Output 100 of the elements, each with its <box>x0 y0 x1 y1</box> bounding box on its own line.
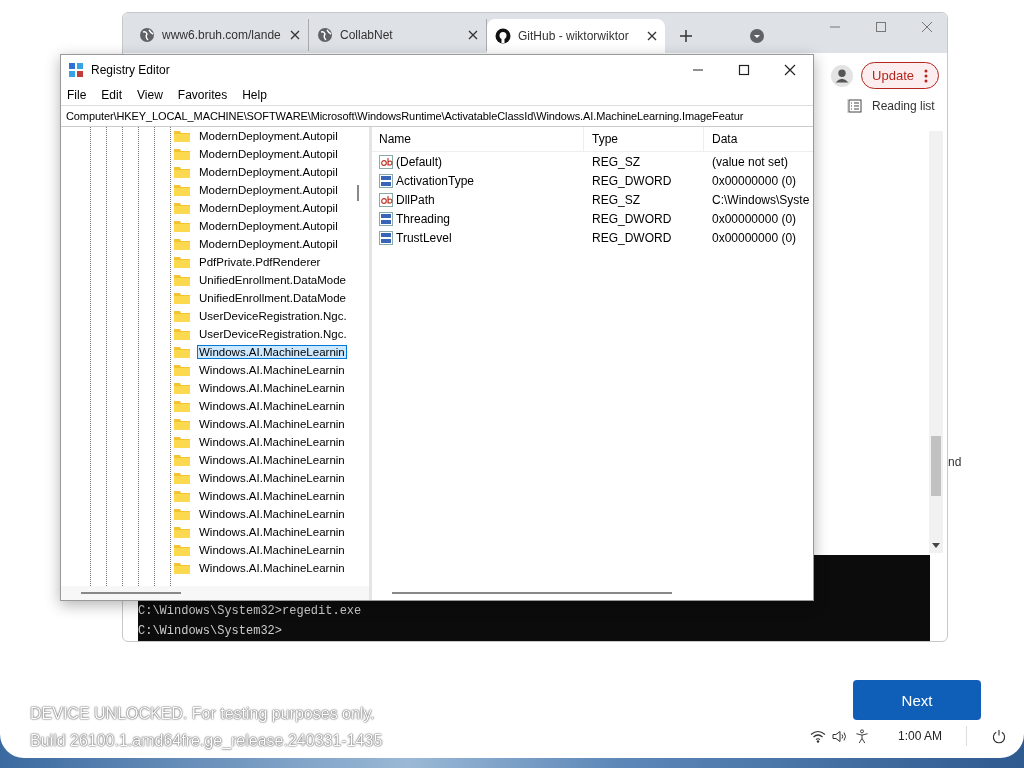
folder-icon <box>173 543 191 557</box>
power-icon[interactable] <box>991 728 1008 744</box>
registry-key[interactable]: ModernDeployment.Autopil <box>197 237 340 251</box>
folder-icon <box>173 219 191 233</box>
folder-icon <box>173 561 191 575</box>
registry-key[interactable]: Windows.AI.MachineLearnin <box>197 345 347 359</box>
console-line: C:\Windows\System32> <box>138 623 284 639</box>
value-name[interactable]: (Default) <box>396 154 442 169</box>
column-header[interactable]: Data <box>704 127 813 151</box>
registry-key[interactable]: ModernDeployment.Autopil <box>197 165 340 179</box>
registry-key[interactable]: UserDeviceRegistration.Ngc. <box>197 309 349 323</box>
registry-key[interactable]: ModernDeployment.Autopil <box>197 183 340 197</box>
registry-key[interactable]: PdfPrivate.PdfRenderer <box>197 255 323 269</box>
folder-icon <box>173 201 191 215</box>
menu-item[interactable]: Help <box>242 88 274 102</box>
close-icon[interactable] <box>290 30 300 40</box>
tab-search-icon[interactable] <box>749 28 765 44</box>
value-type: REG_DWORD <box>591 173 673 188</box>
folder-icon <box>173 381 191 395</box>
value-type: REG_SZ <box>591 192 641 207</box>
folder-icon <box>173 147 191 161</box>
binary-value-icon <box>379 173 393 188</box>
close-icon[interactable] <box>468 30 478 40</box>
registry-key[interactable]: Windows.AI.MachineLearnin <box>197 453 347 467</box>
column-header[interactable]: Type <box>584 127 704 151</box>
string-value-icon <box>379 154 393 169</box>
registry-key[interactable]: Windows.AI.MachineLearnin <box>197 381 347 395</box>
value-name[interactable]: ActivationType <box>396 173 475 188</box>
globe-icon <box>139 27 155 43</box>
menu-item[interactable]: View <box>137 88 170 102</box>
registry-key[interactable]: Windows.AI.MachineLearnin <box>197 435 347 449</box>
close-icon[interactable] <box>784 64 796 76</box>
registry-key[interactable]: UnifiedEnrollment.DataMode <box>197 291 349 305</box>
registry-key[interactable]: Windows.AI.MachineLearnin <box>197 525 347 539</box>
folder-icon <box>173 255 191 269</box>
registry-key[interactable]: Windows.AI.MachineLearnin <box>197 507 347 521</box>
column-header[interactable]: Name <box>372 127 584 151</box>
folder-icon <box>173 129 191 143</box>
folder-icon <box>173 525 191 539</box>
address-field[interactable]: Computer\HKEY_LOCAL_MACHINE\SOFTWARE\Microsoft\WindowsRuntime\ActivatableClassId\Windows.AI.MachineLearning.ImageFeatur <box>61 105 813 127</box>
scrollbar[interactable] <box>929 131 943 553</box>
close-icon[interactable] <box>647 31 657 41</box>
globe-icon <box>317 27 333 43</box>
value-data: 0x00000000 (0) <box>711 173 798 188</box>
folder-icon <box>173 417 191 431</box>
folder-icon <box>173 507 191 521</box>
next-button[interactable]: Next <box>853 680 981 720</box>
new-tab-icon[interactable] <box>679 29 693 43</box>
profile-icon[interactable] <box>831 64 854 87</box>
value-data: (value not set) <box>711 154 790 169</box>
menu-item[interactable]: File <box>67 88 94 102</box>
registry-key[interactable]: Windows.AI.MachineLearnin <box>197 363 347 377</box>
folder-icon <box>173 237 191 251</box>
folder-icon <box>173 165 191 179</box>
folder-icon <box>173 327 191 341</box>
menu-item[interactable]: Favorites <box>177 88 235 102</box>
binary-value-icon <box>379 211 393 226</box>
registry-key[interactable]: ModernDeployment.Autopil <box>197 147 340 161</box>
volume-icon[interactable] <box>832 728 848 744</box>
more-icon[interactable] <box>924 68 928 83</box>
browser-tab[interactable]: GitHub - wiktorwiktor <box>487 19 665 53</box>
menu-item[interactable]: Edit <box>101 88 130 102</box>
folder-icon <box>173 453 191 467</box>
binary-value-icon <box>379 230 393 245</box>
clock-time: 1:00 AM <box>898 729 943 743</box>
registry-key[interactable]: Windows.AI.MachineLearnin <box>197 399 347 413</box>
value-type: REG_DWORD <box>591 230 673 245</box>
accessibility-icon[interactable] <box>854 728 870 744</box>
value-type: REG_SZ <box>591 154 641 169</box>
registry-key[interactable]: Windows.AI.MachineLearnin <box>197 561 347 575</box>
value-data: 0x00000000 (0) <box>711 211 798 226</box>
registry-key[interactable]: UserDeviceRegistration.Ngc. <box>197 327 349 341</box>
folder-icon <box>173 363 191 377</box>
registry-key[interactable]: ModernDeployment.Autopil <box>197 201 340 215</box>
registry-key[interactable]: Windows.AI.MachineLearnin <box>197 489 347 503</box>
value-name[interactable]: TrustLevel <box>396 230 452 245</box>
watermark-notice: DEVICE UNLOCKED. For testing purposes only. <box>30 704 376 725</box>
registry-key[interactable]: ModernDeployment.Autopil <box>197 219 340 233</box>
update-button[interactable]: Update <box>861 62 939 89</box>
window-title: Registry Editor <box>91 63 170 77</box>
partial-text: nd <box>948 455 962 469</box>
wifi-icon[interactable] <box>810 728 826 744</box>
registry-key[interactable]: Windows.AI.MachineLearnin <box>197 543 347 557</box>
folder-icon <box>173 489 191 503</box>
value-name[interactable]: DllPath <box>396 192 435 207</box>
value-name[interactable]: Threading <box>396 211 451 226</box>
registry-key[interactable]: UnifiedEnrollment.DataMode <box>197 273 349 287</box>
registry-key[interactable]: ModernDeployment.Autopil <box>197 129 340 143</box>
scroll-down-icon[interactable] <box>932 543 940 549</box>
string-value-icon <box>379 192 393 207</box>
folder-icon <box>173 273 191 287</box>
reading-list-button[interactable]: Reading list <box>847 99 935 113</box>
folder-icon <box>173 183 191 197</box>
maximize-icon[interactable] <box>738 64 750 76</box>
scrollbar-thumb[interactable] <box>931 436 941 496</box>
browser-tab[interactable]: www6.bruh.com/lande <box>131 19 309 51</box>
console-line: C:\Windows\System32>regedit.exe <box>138 603 363 619</box>
value-data: C:\Windows\Syste <box>711 192 811 207</box>
registry-key[interactable]: Windows.AI.MachineLearnin <box>197 471 347 485</box>
registry-key[interactable]: Windows.AI.MachineLearnin <box>197 417 347 431</box>
